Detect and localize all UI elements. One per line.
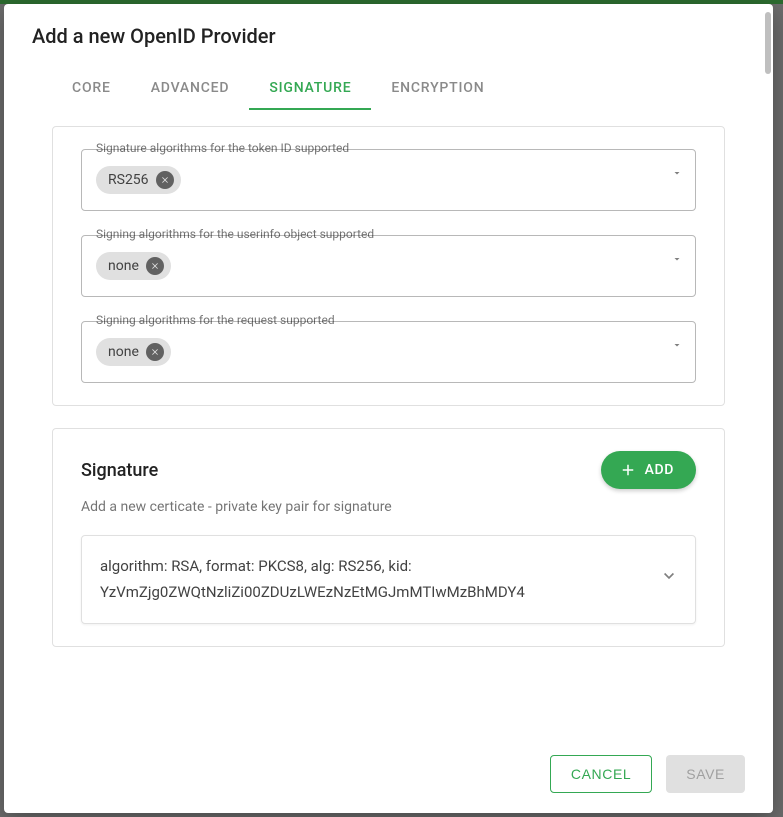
cancel-button[interactable]: CANCEL: [550, 755, 652, 793]
chip-none: none: [96, 252, 171, 280]
chip-rs256: RS256: [96, 166, 181, 194]
tab-bar: CORE ADVANCED SIGNATURE ENCRYPTION: [4, 70, 773, 110]
scrollbar-thumb[interactable]: [765, 12, 771, 74]
token-id-alg-field: Signature algorithms for the token ID su…: [81, 149, 696, 211]
certificate-item[interactable]: algorithm: RSA, format: PKCS8, alg: RS25…: [81, 535, 696, 624]
tab-encryption[interactable]: ENCRYPTION: [371, 70, 504, 110]
userinfo-alg-field: Signing algorithms for the userinfo obje…: [81, 235, 696, 297]
chip-remove-icon[interactable]: [146, 257, 164, 275]
algorithms-panel: Signature algorithms for the token ID su…: [52, 126, 725, 406]
openid-provider-dialog: Add a new OpenID Provider CORE ADVANCED …: [4, 4, 773, 813]
chevron-down-icon: [659, 565, 679, 594]
chip-remove-icon[interactable]: [156, 171, 174, 189]
tab-signature[interactable]: SIGNATURE: [249, 70, 371, 110]
request-alg-field: Signing algorithms for the request suppo…: [81, 321, 696, 383]
chevron-down-icon: [671, 250, 683, 269]
tab-advanced[interactable]: ADVANCED: [131, 70, 250, 110]
chip-label: RS256: [108, 172, 149, 188]
dialog-title: Add a new OpenID Provider: [4, 4, 773, 70]
chip-label: none: [108, 344, 139, 360]
chip-remove-icon[interactable]: [146, 343, 164, 361]
chip-none: none: [96, 338, 171, 366]
tab-core[interactable]: CORE: [52, 70, 131, 110]
add-button-label: ADD: [645, 462, 674, 478]
signature-panel-header: Signature ADD: [81, 451, 696, 489]
dialog-actions: CANCEL SAVE: [4, 735, 773, 813]
token-id-alg-select[interactable]: RS256: [81, 149, 696, 211]
add-certificate-button[interactable]: ADD: [601, 451, 696, 489]
certificate-text: algorithm: RSA, format: PKCS8, alg: RS25…: [100, 557, 525, 601]
signature-heading: Signature: [81, 460, 158, 481]
chevron-down-icon: [671, 164, 683, 183]
userinfo-alg-select[interactable]: none: [81, 235, 696, 297]
plus-icon: [619, 461, 637, 479]
dialog-content: Signature algorithms for the token ID su…: [4, 110, 773, 735]
save-button: SAVE: [666, 755, 745, 793]
signature-panel: Signature ADD Add a new certicate - priv…: [52, 428, 725, 647]
chip-label: none: [108, 258, 139, 274]
signature-subtext: Add a new certicate - private key pair f…: [81, 499, 696, 515]
chevron-down-icon: [671, 336, 683, 355]
request-alg-select[interactable]: none: [81, 321, 696, 383]
